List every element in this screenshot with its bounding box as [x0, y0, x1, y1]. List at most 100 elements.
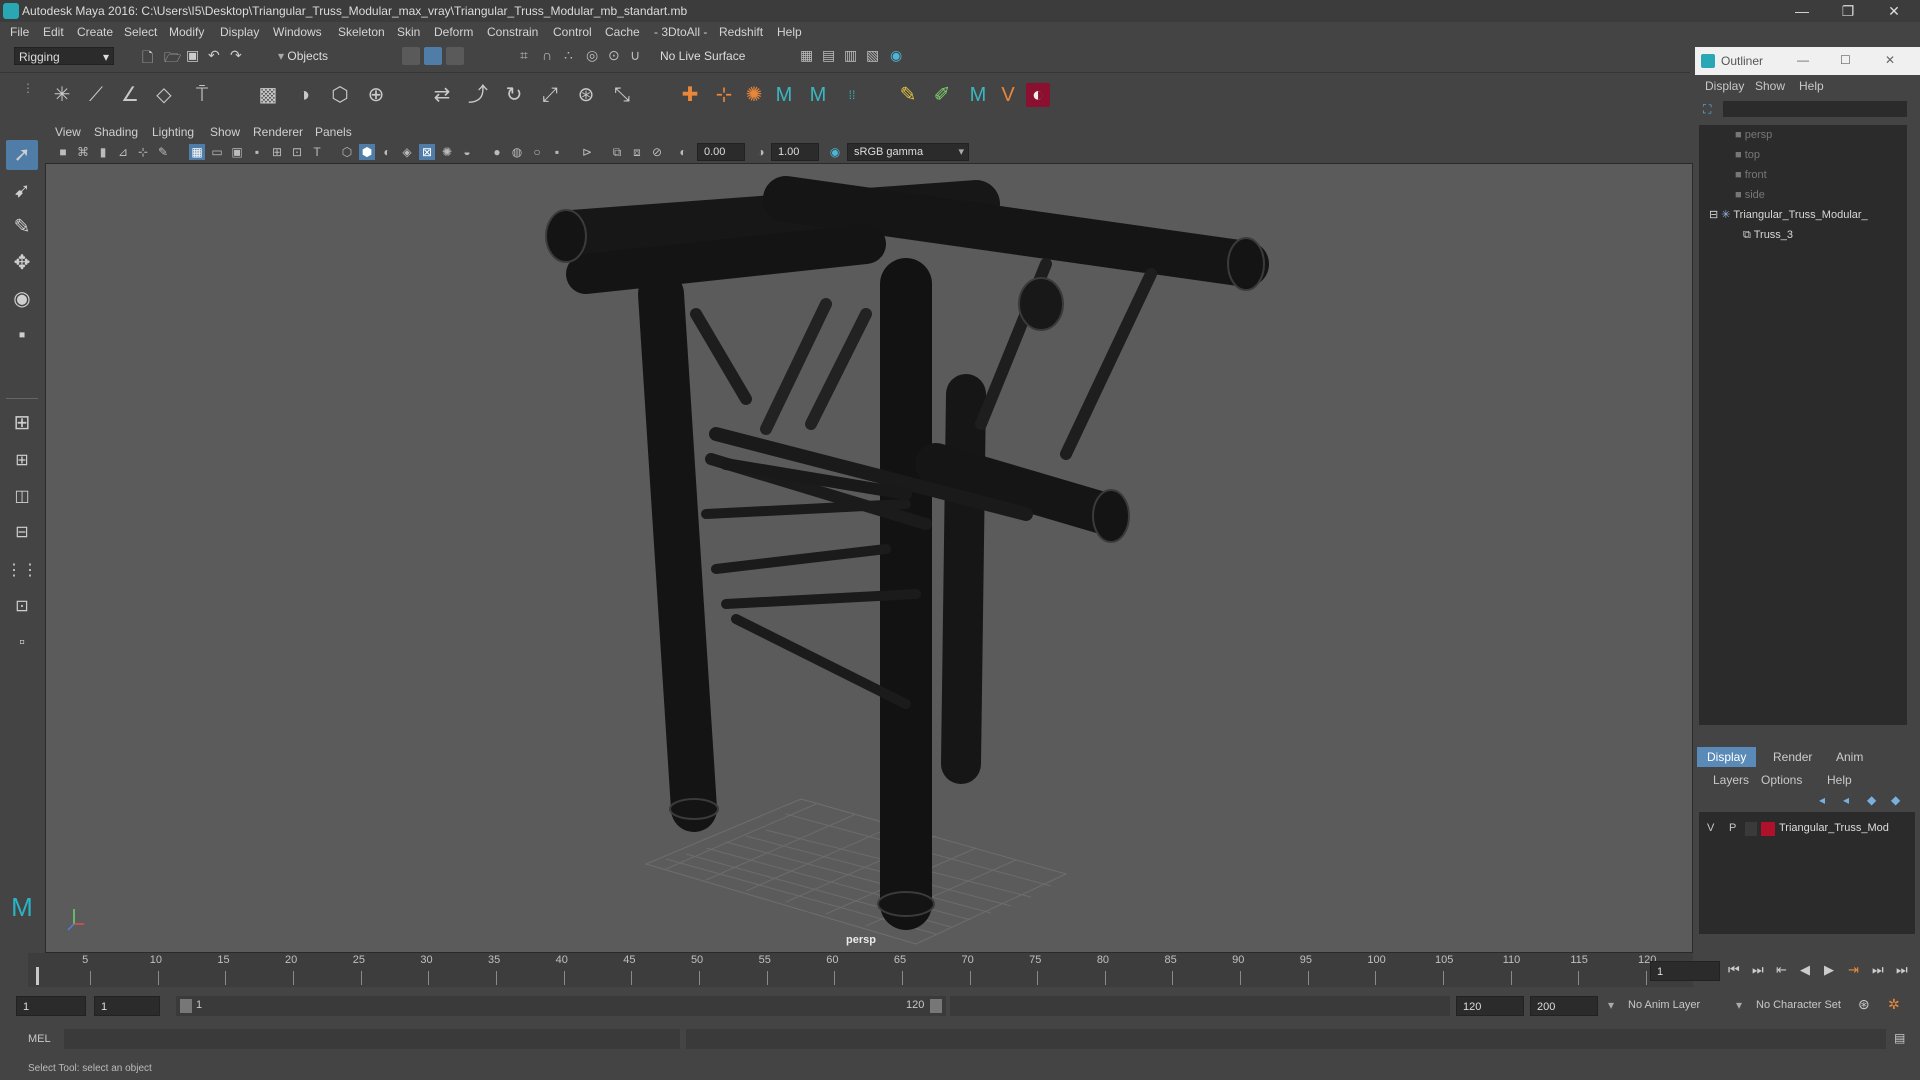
joint-tool-icon[interactable]: ✳: [50, 83, 74, 107]
image-plane-icon[interactable]: ⊿: [115, 144, 131, 160]
character-set-dropdown[interactable]: No Character Set: [1756, 999, 1841, 1011]
default-material-icon[interactable]: ◐: [379, 144, 395, 160]
maya-tool-b-icon[interactable]: M: [806, 83, 830, 107]
viewport-persp[interactable]: persp: [45, 163, 1693, 953]
live-surface-label[interactable]: No Live Surface: [660, 49, 745, 63]
select-tool-icon[interactable]: ➚: [6, 140, 38, 170]
layer-row[interactable]: V P Triangular_Truss_Mod: [1699, 820, 1915, 838]
menu-create[interactable]: Create: [77, 25, 113, 39]
layer-tab-anim[interactable]: Anim: [1826, 747, 1873, 767]
save-scene-icon[interactable]: ▣: [186, 47, 204, 65]
v-tool-icon[interactable]: V: [996, 83, 1020, 107]
menu-help[interactable]: Help: [777, 25, 802, 39]
grid-script-icon[interactable]: ⁞⁞: [840, 83, 864, 107]
menu-redshift[interactable]: Redshift: [719, 25, 763, 39]
render-settings-icon[interactable]: ▧: [866, 47, 884, 65]
menu-display[interactable]: Display: [220, 25, 259, 39]
outliner-item-group[interactable]: ⊟ ✳ Triangular_Truss_Modular_: [1709, 205, 1868, 225]
point-constraint-icon[interactable]: ⤴: [466, 83, 490, 107]
scale-tool-icon[interactable]: ▪: [6, 320, 38, 350]
smooth-shade-icon[interactable]: ⬢: [359, 144, 375, 160]
playback-end-field[interactable]: 120: [1456, 996, 1524, 1016]
xray-components-icon[interactable]: ⊘: [649, 144, 665, 160]
render-current-icon[interactable]: ▤: [822, 47, 840, 65]
select-object-icon[interactable]: [424, 47, 442, 65]
ipr-render-icon[interactable]: ▥: [844, 47, 862, 65]
menu-control[interactable]: Control: [553, 25, 592, 39]
textured-icon[interactable]: ◈: [399, 144, 415, 160]
time-slider-track[interactable]: 5 10 15 20 25 30 35 40 45 50 55 60 65 70 75 80 85 90 95 100…: [28, 953, 1693, 987]
safe-action-icon[interactable]: ⊡: [289, 144, 305, 160]
go-to-start-icon[interactable]: ⏮: [1728, 962, 1740, 978]
play-forward-icon[interactable]: ▶: [1824, 962, 1834, 978]
outliner-menu-display[interactable]: Display: [1705, 79, 1744, 93]
collapse-icon[interactable]: ⊟: [1709, 209, 1721, 221]
particles-icon[interactable]: ✺: [742, 83, 766, 107]
menu-select[interactable]: Select: [124, 25, 157, 39]
custom-layout-icon[interactable]: ▫: [6, 628, 38, 658]
vp-menu-lighting[interactable]: Lighting: [152, 125, 194, 139]
open-scene-icon[interactable]: 🗁: [164, 47, 182, 65]
safe-title-icon[interactable]: T: [309, 144, 325, 160]
command-input[interactable]: [64, 1029, 680, 1049]
menu-skeleton[interactable]: Skeleton: [338, 25, 385, 39]
anim-end-field[interactable]: 200: [1530, 996, 1598, 1016]
persp-outliner-layout-icon[interactable]: ◫: [6, 482, 38, 512]
field-chart-icon[interactable]: ⊞: [269, 144, 285, 160]
color-space-dropdown[interactable]: sRGB gamma ▾: [847, 143, 969, 161]
wireframe-on-shaded-icon[interactable]: ⊠: [419, 144, 435, 160]
range-bar[interactable]: 1 120: [176, 996, 946, 1016]
command-language-label[interactable]: MEL: [28, 1033, 51, 1045]
outliner-menu-help[interactable]: Help: [1799, 79, 1824, 93]
pole-vector-icon[interactable]: ⤡: [610, 83, 634, 107]
render-layout-icon[interactable]: ⊡: [6, 592, 38, 622]
play-back-icon[interactable]: ◀: [1800, 962, 1810, 978]
snap-live-icon[interactable]: ∪: [630, 47, 648, 65]
menu-edit[interactable]: Edit: [43, 25, 64, 39]
depth-of-field-icon[interactable]: ▪: [549, 144, 565, 160]
menu-file[interactable]: File: [10, 25, 29, 39]
locator-snap-icon[interactable]: ⊹: [712, 83, 736, 107]
render-sphere-icon[interactable]: ◐: [1026, 83, 1050, 107]
step-forward-frame-icon[interactable]: ⇥: [1848, 962, 1859, 978]
restore-button[interactable]: ❐: [1826, 0, 1870, 22]
motion-blur-icon[interactable]: ◍: [509, 144, 525, 160]
current-frame-field[interactable]: 1: [1650, 961, 1720, 981]
hypershade-icon[interactable]: ◉: [890, 47, 908, 65]
ambient-occlusion-icon[interactable]: ●: [489, 144, 505, 160]
humanik-icon[interactable]: ⍑: [190, 83, 214, 107]
grease-pencil-icon[interactable]: ✎: [155, 144, 171, 160]
layer-menu-layers[interactable]: Layers: [1713, 773, 1749, 787]
range-end-handle[interactable]: [930, 999, 942, 1013]
outliner-item-truss[interactable]: ⧉ Truss_3: [1743, 225, 1793, 245]
grid-toggle-icon[interactable]: ▦: [189, 144, 205, 160]
range-start-handle[interactable]: [180, 999, 192, 1013]
layer-menu-help[interactable]: Help: [1827, 773, 1852, 787]
menu-constrain[interactable]: Constrain: [487, 25, 538, 39]
paint-select-icon[interactable]: ✎: [6, 212, 38, 242]
outliner-item-top[interactable]: ■ top: [1735, 145, 1760, 165]
anim-start-field[interactable]: 1: [16, 996, 86, 1016]
snap-grid-icon[interactable]: ⌗: [520, 47, 538, 65]
layer-visibility-toggle[interactable]: V: [1707, 822, 1714, 834]
scale-constraint-icon[interactable]: ⤢: [538, 83, 562, 107]
resolution-gate-icon[interactable]: ▣: [229, 144, 245, 160]
layer-menu-options[interactable]: Options: [1761, 773, 1802, 787]
use-lights-icon[interactable]: ✺: [439, 144, 455, 160]
outliner-menu-show[interactable]: Show: [1755, 79, 1785, 93]
preferences-icon[interactable]: ✲: [1888, 996, 1900, 1013]
isolate-select-icon[interactable]: ⊳: [579, 144, 595, 160]
cluster-icon[interactable]: ⊕: [364, 83, 388, 107]
camera-attr-icon[interactable]: ⌘: [75, 144, 91, 160]
outliner-item-persp[interactable]: ■ persp: [1735, 125, 1772, 145]
ik-handle-icon[interactable]: ⟋: [84, 83, 108, 107]
layer-tab-render[interactable]: Render: [1763, 747, 1822, 767]
go-to-end-icon[interactable]: ⏭: [1896, 962, 1908, 978]
maya-home-icon[interactable]: M: [6, 892, 38, 922]
vp-menu-shading[interactable]: Shading: [94, 125, 138, 139]
anim-layer-dropdown[interactable]: No Anim Layer: [1628, 999, 1700, 1011]
minimize-button[interactable]: —: [1780, 0, 1824, 22]
select-component-icon[interactable]: [446, 47, 464, 65]
menuset-dropdown[interactable]: Rigging ▾: [14, 47, 114, 65]
vp-menu-view[interactable]: View: [55, 125, 81, 139]
